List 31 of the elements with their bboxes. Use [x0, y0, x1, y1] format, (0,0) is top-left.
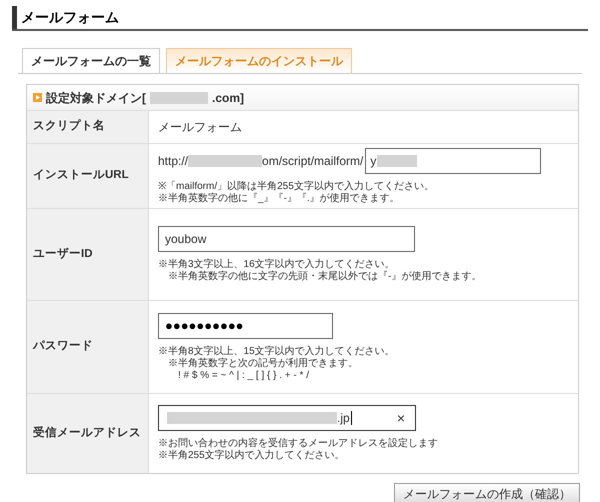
hint-text: ※半角255文字以内で入力してください。 [158, 450, 346, 462]
hint-text: ※半角英数字の他に『_』『-』『.』が使用できます。 [158, 192, 401, 204]
field-label: パスワード [33, 339, 93, 354]
tab[interactable]: メールフォームの一覧 [22, 48, 160, 73]
script-name: メールフォーム [158, 119, 243, 136]
field-label: インストールURL [33, 168, 129, 184]
play-icon [33, 93, 42, 102]
page-title: メールフォーム [21, 8, 119, 27]
hint-text: ※お問い合わせの内容を受信するメールアドレスを設定します [158, 438, 439, 450]
clear-button[interactable]: × [396, 408, 405, 428]
hint-text: ※半角英数字の他に文字の先頭・末尾以外では『-』が使用できます。 [167, 271, 482, 283]
field-label: 受信メールアドレス [33, 425, 141, 441]
hint-text: ※半角3文字以上、16文字以内で入力してください。 [158, 259, 396, 270]
title-marker [12, 6, 17, 29]
hint-text: ※半角英数字と次の記号が利用できます。 [167, 358, 359, 370]
domain-suffix: .com] [212, 90, 244, 106]
field-label: スクリプト名 [33, 118, 105, 134]
domain-label: 設定対象ドメイン[ [46, 90, 146, 106]
hint-text: ! # $ % = ~ ^ | : _ [ ] { } . + - * / [177, 370, 310, 382]
email-field[interactable]: .jp × [158, 405, 416, 431]
url-prefix: http:// [158, 152, 188, 170]
redaction-block [150, 92, 208, 104]
user-id-field[interactable]: youbow [158, 226, 415, 252]
hint-text: ※「mailform/」以降は半角255文字以内で入力してください。 [158, 180, 435, 192]
field-label: ユーザーID [33, 246, 92, 262]
create-mailform-button[interactable]: メールフォームの作成（確認） [394, 483, 580, 502]
redaction-block [377, 154, 418, 166]
hint-text: ※半角8文字以上、15文字以内で入力してください。 [158, 346, 396, 358]
password-field[interactable]: ●●●●●●●●●● [158, 312, 333, 338]
install-path-field[interactable]: y [365, 148, 542, 174]
url-suffix: om/script/mailform/ [262, 152, 364, 170]
